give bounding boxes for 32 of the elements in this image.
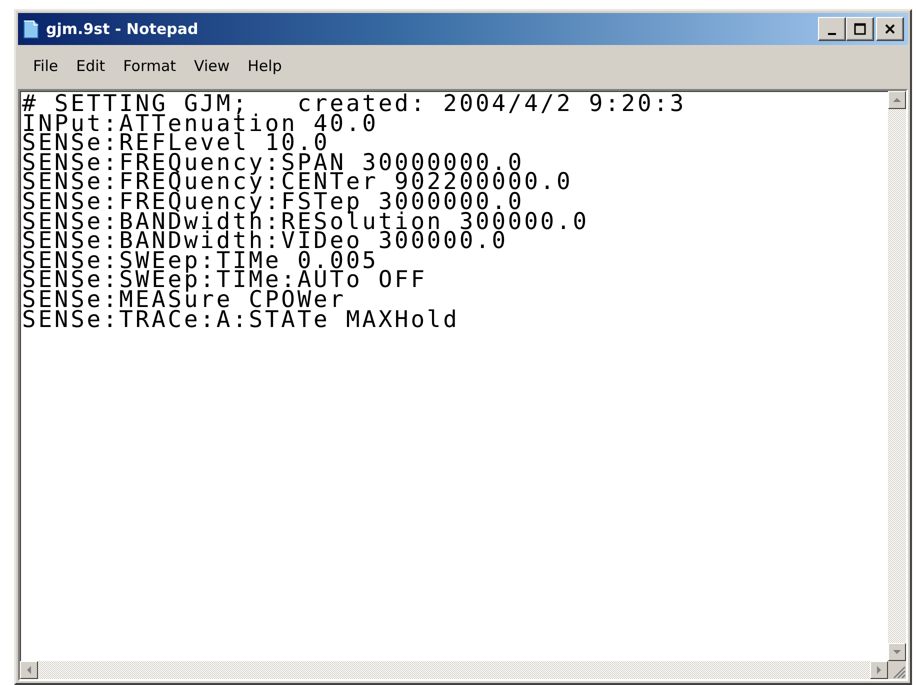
menu-item[interactable]: File: [26, 57, 66, 75]
window-title: gjm.9st - Notepad: [46, 20, 200, 38]
text-line: SENSe:FREQuency:FSTep 3000000.0: [22, 192, 524, 213]
menu-item[interactable]: Help: [240, 57, 289, 75]
close-button[interactable]: [876, 17, 904, 41]
text-editor[interactable]: [20, 91, 888, 661]
resize-grip-icon[interactable]: [892, 665, 906, 679]
left-arrow-icon: [25, 666, 33, 674]
text-line: SENSe:FREQuency:CENTer 902200000.0: [22, 173, 574, 193]
text-line: SENSe:SWEep:TIMe:AUTo OFF: [22, 271, 428, 291]
notepad-icon: [22, 19, 40, 39]
text-line: SENSe:SWEep:TIMe 0.005: [22, 252, 380, 272]
menu-item[interactable]: Format: [116, 57, 184, 75]
scroll-left-button[interactable]: [20, 661, 38, 679]
text-line: SENSe:BANDwidth:VIDeo 300000.0: [22, 232, 508, 252]
text-line: SENSe:REFLevel 10.0: [22, 134, 330, 154]
close-icon: [884, 23, 896, 35]
scroll-down-button[interactable]: [888, 643, 906, 661]
minimize-button[interactable]: [818, 17, 846, 41]
maximize-button[interactable]: [846, 17, 874, 41]
text-line: # SETTING GJM; created: 2004/4/2 9:20:3: [22, 95, 688, 115]
menu-item[interactable]: View: [187, 57, 237, 75]
scroll-up-button[interactable]: [888, 91, 906, 109]
text-line: SENSe:TRACe:A:STATe MAXHold: [22, 310, 460, 330]
right-arrow-icon: [875, 666, 883, 674]
down-arrow-icon: [893, 648, 901, 656]
scroll-right-button[interactable]: [870, 661, 888, 679]
menu-item[interactable]: Edit: [69, 57, 112, 75]
minimize-icon: [828, 33, 836, 35]
up-arrow-icon: [893, 96, 901, 104]
text-line: SENSe:MEASure CPOWer: [22, 290, 346, 311]
maximize-icon: [854, 23, 866, 35]
